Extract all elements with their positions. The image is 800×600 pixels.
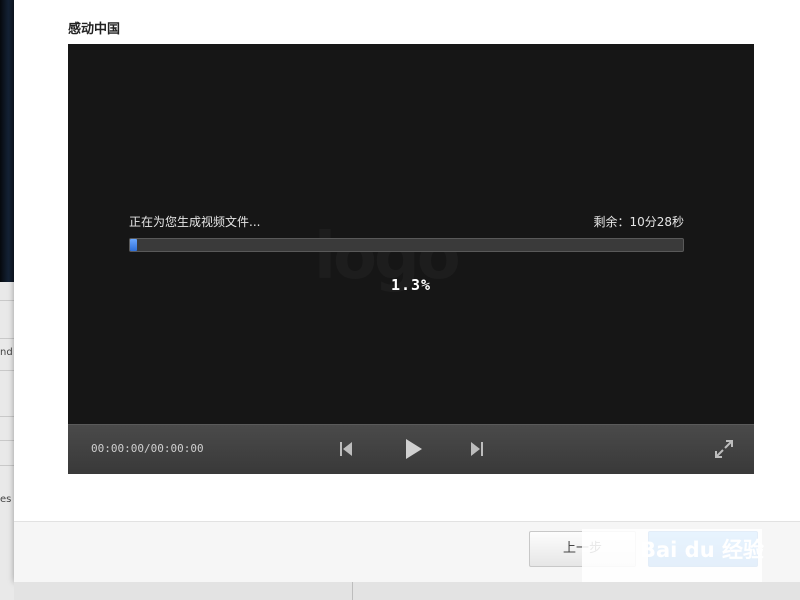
fullscreen-icon (712, 437, 736, 461)
progress-bar (129, 238, 684, 252)
timecode: 00:00:00/00:00:00 (91, 442, 204, 455)
player-controls: 00:00:00/00:00:00 (68, 424, 754, 474)
background-status-bar (14, 582, 800, 600)
background-divider (0, 440, 14, 441)
background-divider (0, 465, 14, 466)
skip-forward-icon (465, 437, 489, 461)
skip-back-icon (334, 437, 358, 461)
dialog-title: 感动中国 (68, 22, 121, 37)
time-remaining-label: 剩余： (593, 215, 630, 229)
time-remaining: 剩余：10分28秒 (593, 213, 684, 230)
background-text: nd (0, 347, 13, 358)
skip-back-button[interactable] (334, 437, 358, 461)
fullscreen-button[interactable] (712, 437, 736, 461)
status-bar-divider (352, 582, 353, 600)
play-button[interactable] (399, 435, 427, 463)
background-divider (0, 338, 14, 339)
generation-status-text: 正在为您生成视频文件... (129, 215, 261, 229)
background-divider (0, 370, 14, 371)
baidu-jingyan-logo: Bai du 经验 (640, 534, 764, 564)
background-divider (0, 416, 14, 417)
background-image-strip (0, 0, 14, 282)
video-player: logo 正在为您生成视频文件... 剩余：10分28秒 1.3% 00:00:… (68, 44, 754, 474)
play-icon (399, 435, 427, 463)
video-export-dialog: 感动中国 logo 正在为您生成视频文件... 剩余：10分28秒 1.3% 0… (14, 0, 800, 583)
watermark-text: Bai du 经验 (640, 538, 764, 562)
background-text: es (0, 494, 12, 505)
background-divider (0, 300, 14, 301)
skip-forward-button[interactable] (465, 437, 489, 461)
progress-percent: 1.3% (390, 276, 432, 294)
time-remaining-value: 10分28秒 (629, 215, 684, 229)
progress-fill (130, 239, 138, 251)
background-sidebar (0, 282, 14, 600)
